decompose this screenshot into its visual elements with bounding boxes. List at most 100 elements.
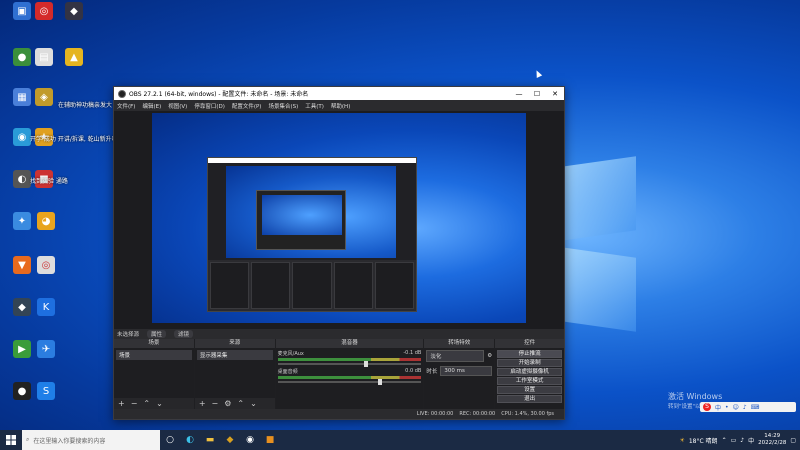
preview-canvas[interactable] bbox=[152, 113, 526, 323]
add-icon[interactable]: + bbox=[199, 399, 206, 408]
controls-dock: 控件 停止推流 开始录制 启动虚拟摄像机 工作室模式 设置 退出 bbox=[495, 339, 565, 409]
clock-time: 14:29 bbox=[764, 433, 781, 439]
duration-input[interactable]: 300 ms bbox=[440, 366, 493, 376]
stop-streaming-button[interactable]: 停止推流 bbox=[497, 350, 563, 358]
ime-emoji-icon[interactable]: ☺ bbox=[733, 404, 739, 411]
edge-icon[interactable]: ◐ bbox=[180, 430, 200, 450]
bird-icon: ✈ bbox=[37, 340, 55, 358]
start-virtual-camera-button[interactable]: 启动虚拟摄像机 bbox=[497, 368, 563, 376]
menu-docks[interactable]: 停靠窗口(D) bbox=[194, 102, 225, 110]
gear-icon[interactable]: ⚙ bbox=[224, 399, 231, 408]
mixer-track: 麦克风/Aux -0.1 dB bbox=[277, 350, 422, 367]
properties-button[interactable]: 属性 bbox=[147, 330, 167, 338]
menu-bar: 文件(F) 编辑(E) 视图(V) 停靠窗口(D) 配置文件(P) 场景集合(S… bbox=[114, 100, 564, 111]
game-app-icon[interactable]: ◆ bbox=[220, 430, 240, 450]
start-button[interactable] bbox=[0, 430, 22, 450]
desktop-icon[interactable]: ◎ bbox=[24, 256, 68, 276]
up-icon[interactable]: ⌃ bbox=[143, 399, 150, 408]
search-placeholder: 在这里输入你要搜索的内容 bbox=[33, 437, 106, 445]
up-icon[interactable]: ⌃ bbox=[237, 399, 244, 408]
search-icon: ⌕ bbox=[26, 436, 30, 443]
remove-icon[interactable]: − bbox=[212, 399, 219, 408]
menu-view[interactable]: 视图(V) bbox=[168, 102, 187, 110]
tray-chevron-icon[interactable]: ⌃ bbox=[722, 437, 727, 444]
menu-profile[interactable]: 配置文件(P) bbox=[232, 102, 262, 110]
menu-help[interactable]: 帮助(H) bbox=[331, 102, 350, 110]
studio-mode-button[interactable]: 工作室模式 bbox=[497, 377, 563, 385]
weather-text[interactable]: 18°C 晴朗 bbox=[689, 436, 718, 445]
ime-punct-icon[interactable]: • bbox=[725, 404, 729, 411]
scene-item[interactable]: 场景 bbox=[116, 350, 192, 360]
desktop-icon-kugou[interactable]: K bbox=[24, 298, 68, 318]
track-db: 0.0 dB bbox=[405, 368, 422, 374]
filters-button[interactable]: 滤镜 bbox=[174, 330, 194, 338]
down-icon[interactable]: ⌄ bbox=[250, 399, 257, 408]
taskbar-search-box[interactable]: ⌕ 在这里输入你要搜索的内容 bbox=[22, 430, 160, 450]
window-title: OBS 27.2.1 (64-bit, windows) - 配置文件: 未命名… bbox=[129, 91, 309, 98]
start-recording-button[interactable]: 开始录制 bbox=[497, 359, 563, 367]
source-item[interactable]: 显示器采集 bbox=[196, 350, 273, 360]
close-icon[interactable]: ✕ bbox=[546, 90, 564, 98]
volume-slider[interactable] bbox=[277, 379, 422, 385]
ime-mode-icon[interactable]: 中 bbox=[715, 403, 721, 412]
slider-thumb[interactable] bbox=[378, 379, 383, 385]
slider-thumb[interactable] bbox=[363, 361, 368, 367]
ime-indicator-icon[interactable]: 中 bbox=[748, 436, 754, 445]
desktop-icon-bird[interactable]: ✈ bbox=[24, 340, 68, 360]
app-taskbar-icon[interactable]: ■ bbox=[260, 430, 280, 450]
volume-meter bbox=[277, 358, 422, 361]
task-view-icon[interactable]: ○ bbox=[160, 430, 180, 450]
volume-icon[interactable]: ♪ bbox=[740, 437, 744, 444]
ime-toolbar[interactable]: S 中 • ☺ ♪ ⌨ bbox=[700, 402, 796, 412]
mixer-dock: 混音器 麦克风/Aux -0.1 dB 桌面音频 0.0 dB bbox=[275, 339, 424, 409]
gear-icon[interactable]: ⚙ bbox=[487, 353, 492, 359]
desktop-icon[interactable]: ▲ bbox=[52, 48, 96, 68]
down-icon[interactable]: ⌄ bbox=[156, 399, 163, 408]
menu-edit[interactable]: 编辑(E) bbox=[142, 102, 161, 110]
obs-logo-icon bbox=[118, 89, 126, 98]
settings-button[interactable]: 设置 bbox=[497, 386, 563, 394]
live-time: LIVE: 00:00:00 bbox=[416, 411, 454, 417]
system-tray: ☀ 18°C 晴朗 ⌃ ▭ ♪ 中 14:29 2022/2/28 ▢ bbox=[679, 430, 796, 450]
obs-window[interactable]: OBS 27.2.1 (64-bit, windows) - 配置文件: 未命名… bbox=[113, 86, 565, 420]
weather-icon[interactable]: ☀ bbox=[679, 437, 684, 444]
app-icon: ▲ bbox=[65, 48, 83, 66]
obs-title-bar[interactable]: OBS 27.2.1 (64-bit, windows) - 配置文件: 未命名… bbox=[114, 87, 564, 100]
menu-scene-collection[interactable]: 场景集合(S) bbox=[268, 102, 298, 110]
preview-area[interactable] bbox=[114, 111, 564, 329]
file-explorer-icon[interactable]: ▬ bbox=[200, 430, 220, 450]
add-icon[interactable]: + bbox=[118, 399, 125, 408]
menu-file[interactable]: 文件(F) bbox=[117, 102, 135, 110]
desktop-text-overlay: 在辅助神功稿亲发大 bbox=[58, 102, 113, 109]
transition-select[interactable]: 淡化 bbox=[426, 350, 485, 362]
notification-icon[interactable]: ▢ bbox=[790, 437, 796, 444]
game-icon: ◆ bbox=[65, 2, 83, 20]
app-icon: ◈ bbox=[35, 88, 53, 106]
source-toolbar: 未选择源 属性 滤镜 bbox=[114, 329, 564, 339]
ime-mic-icon[interactable]: ♪ bbox=[743, 404, 747, 411]
ime-keyboard-icon[interactable]: ⌨ bbox=[751, 404, 760, 411]
app-icon: S bbox=[37, 382, 55, 400]
desktop-text-overlay: 找到实验 通路 bbox=[30, 178, 68, 185]
maximize-icon[interactable]: ☐ bbox=[528, 90, 546, 98]
exit-button[interactable]: 退出 bbox=[497, 395, 563, 403]
clock[interactable]: 14:29 2022/2/28 bbox=[758, 433, 786, 447]
menu-tools[interactable]: 工具(T) bbox=[305, 102, 324, 110]
scenes-dock: 场景 场景 + − ⌃ ⌄ bbox=[114, 339, 194, 409]
minimize-icon[interactable]: — bbox=[510, 90, 528, 98]
transitions-title: 转场特效 bbox=[424, 339, 495, 348]
taskbar: ⌕ 在这里输入你要搜索的内容 ○ ◐ ▬ ◆ ◉ ■ ☀ 18°C 晴朗 ⌃ ▭… bbox=[0, 430, 800, 450]
sources-dock: 来源 显示器采集 + − ⚙ ⌃ ⌄ bbox=[194, 339, 275, 409]
transitions-dock: 转场特效 淡化 ⚙ 时长 300 ms bbox=[424, 339, 495, 409]
obs-taskbar-icon[interactable]: ◉ bbox=[240, 430, 260, 450]
desktop-icon-game[interactable]: ◆ bbox=[52, 2, 96, 22]
network-icon[interactable]: ▭ bbox=[731, 437, 737, 444]
volume-slider[interactable] bbox=[277, 361, 422, 367]
desktop-icon-owl[interactable]: ◕ bbox=[24, 212, 68, 232]
desktop-icon[interactable]: S bbox=[24, 382, 68, 402]
track-name: 麦克风/Aux bbox=[277, 351, 304, 357]
sogou-icon[interactable]: S bbox=[703, 403, 711, 411]
mixer-track: 桌面音频 0.0 dB bbox=[277, 368, 422, 385]
remove-icon[interactable]: − bbox=[131, 399, 138, 408]
scenes-title: 场景 bbox=[114, 339, 194, 348]
